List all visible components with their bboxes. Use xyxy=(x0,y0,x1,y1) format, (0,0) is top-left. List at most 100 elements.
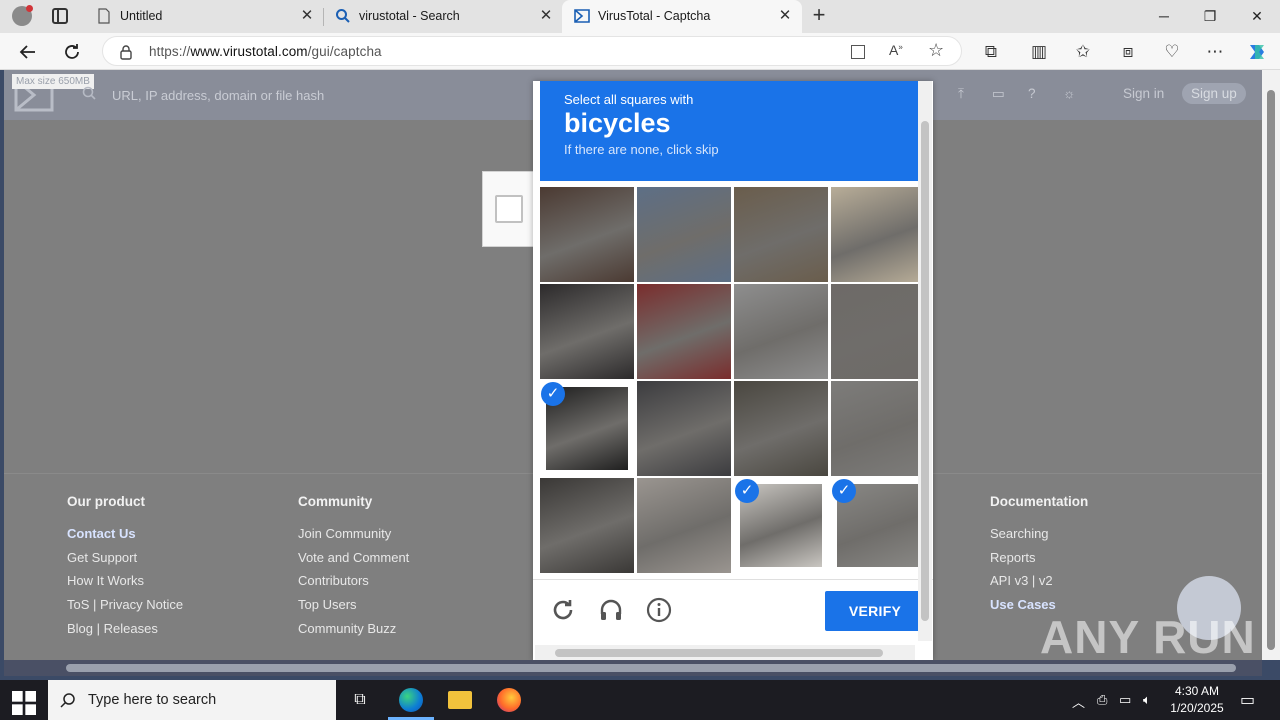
extensions-icon[interactable]: ⧉ xyxy=(979,40,1003,64)
footer-link[interactable]: API v3 | v2 xyxy=(990,569,1088,593)
footer-heading: Community xyxy=(298,494,373,509)
split-screen-icon[interactable]: ▥ xyxy=(1027,40,1051,64)
captcha-tile-image xyxy=(831,187,925,282)
page-vertical-scrollbar[interactable] xyxy=(1262,70,1280,660)
captcha-tile[interactable]: ✓ xyxy=(734,478,828,573)
app-available-icon[interactable] xyxy=(851,45,865,59)
help-icon[interactable]: ? xyxy=(1028,86,1036,101)
captcha-tile[interactable] xyxy=(831,187,925,282)
captcha-tile-image xyxy=(637,478,731,573)
captcha-challenge: Select all squares with bicycles If ther… xyxy=(533,81,933,661)
footer-link[interactable]: Get Support xyxy=(67,546,183,570)
captcha-tile[interactable] xyxy=(637,187,731,282)
close-tab-icon[interactable]: ✕ xyxy=(298,7,316,25)
lock-icon[interactable] xyxy=(119,44,133,60)
footer-col-community: Community Join Community Vote and Commen… xyxy=(298,494,409,640)
favorites-icon[interactable]: ✩ xyxy=(1071,40,1095,64)
close-window-button[interactable]: ✕ xyxy=(1234,0,1280,33)
footer-link[interactable]: How It Works xyxy=(67,569,183,593)
tab-virustotal-captcha[interactable]: VirusTotal - Captcha ✕ xyxy=(562,0,802,33)
taskbar: Type here to search ⧉ ︿ ⎙ ▭ 🔈︎ 4:30 AM 1… xyxy=(0,680,1280,720)
network-icon[interactable]: ▭ xyxy=(1119,692,1131,708)
sign-in-link[interactable]: Sign in xyxy=(1123,86,1164,101)
captcha-tile[interactable] xyxy=(540,478,634,573)
footer-link[interactable]: Searching xyxy=(990,522,1088,546)
browser-essentials-icon[interactable]: ♡ xyxy=(1160,40,1184,64)
notifications-icon[interactable]: ▭ xyxy=(992,86,1005,102)
footer-link[interactable]: Reports xyxy=(990,546,1088,570)
info-icon[interactable] xyxy=(646,597,672,623)
captcha-tile[interactable] xyxy=(734,187,828,282)
captcha-tile[interactable] xyxy=(734,284,828,379)
close-tab-icon[interactable]: ✕ xyxy=(537,7,555,25)
captcha-tile[interactable] xyxy=(540,284,634,379)
footer-link[interactable]: Blog | Releases xyxy=(67,617,183,641)
captcha-tile[interactable] xyxy=(540,187,634,282)
upload-icon[interactable]: ⤒ xyxy=(958,86,964,102)
sign-up-button[interactable]: Sign up xyxy=(1182,83,1246,104)
captcha-tile-image xyxy=(540,187,634,282)
footer-col-documentation: Documentation Searching Reports API v3 |… xyxy=(990,494,1088,617)
captcha-tile[interactable]: ✓ xyxy=(540,381,634,476)
taskbar-search[interactable]: Type here to search xyxy=(48,680,336,720)
captcha-tile-image xyxy=(540,478,634,573)
captcha-tile[interactable] xyxy=(637,381,731,476)
captcha-horizontal-scrollbar[interactable] xyxy=(535,645,915,661)
windows-start-icon[interactable] xyxy=(12,691,36,715)
tray-overflow-icon[interactable]: ︿ xyxy=(1072,692,1085,711)
copilot-icon[interactable] xyxy=(1245,40,1269,64)
reload-icon[interactable] xyxy=(550,597,576,623)
new-tab-button[interactable]: + xyxy=(808,4,830,26)
more-menu-icon[interactable]: ⋯ xyxy=(1203,40,1227,64)
tab-untitled[interactable]: Untitled ✕ xyxy=(84,0,322,33)
footer-col-our-product: Our product Contact Us Get Support How I… xyxy=(67,494,183,640)
minimize-button[interactable]: ─ xyxy=(1141,0,1187,33)
captcha-vertical-scrollbar[interactable] xyxy=(918,81,932,641)
footer-link[interactable]: Top Users xyxy=(298,593,409,617)
tab-actions-icon[interactable] xyxy=(52,8,68,24)
theme-icon[interactable]: ☼ xyxy=(1063,86,1075,101)
collections-icon[interactable]: ⧈ xyxy=(1116,40,1140,64)
captcha-instruction: Select all squares with xyxy=(564,92,694,107)
url-text[interactable]: https://www.virustotal.com/gui/captcha xyxy=(149,44,382,59)
file-explorer-icon[interactable] xyxy=(448,691,472,709)
captcha-checkbox[interactable] xyxy=(495,195,523,223)
usb-icon[interactable]: ⎙ xyxy=(1097,692,1107,708)
footer-link[interactable]: Community Buzz xyxy=(298,617,409,641)
tab-virustotal-search[interactable]: virustotal - Search ✕ xyxy=(323,0,561,33)
footer-link[interactable]: ToS | Privacy Notice xyxy=(67,593,183,617)
favorite-star-icon[interactable]: ☆ xyxy=(928,40,944,61)
captcha-tile-image xyxy=(734,187,828,282)
volume-icon[interactable]: 🔈︎ xyxy=(1143,692,1151,708)
back-icon[interactable] xyxy=(16,40,40,64)
tab-title: virustotal - Search xyxy=(359,9,460,23)
search-input[interactable]: URL, IP address, domain or file hash xyxy=(112,88,324,103)
audio-headphones-icon[interactable] xyxy=(598,597,624,623)
captcha-tile[interactable]: ✓ xyxy=(831,478,925,573)
captcha-tile[interactable] xyxy=(831,381,925,476)
refresh-icon[interactable] xyxy=(60,40,84,64)
firefox-icon[interactable] xyxy=(497,688,521,712)
task-view-icon[interactable]: ⧉ xyxy=(348,688,372,712)
footer-link[interactable]: Vote and Comment xyxy=(298,546,409,570)
virustotal-icon xyxy=(574,9,590,23)
profile-icon[interactable] xyxy=(12,5,33,26)
captcha-tile[interactable] xyxy=(637,284,731,379)
address-bar[interactable]: https://www.virustotal.com/gui/captcha A… xyxy=(102,36,962,66)
close-tab-icon[interactable]: ✕ xyxy=(776,7,794,25)
footer-link[interactable]: Join Community xyxy=(298,522,409,546)
read-aloud-icon[interactable]: A» xyxy=(889,42,903,58)
captcha-tile[interactable] xyxy=(637,478,731,573)
restore-button[interactable]: ❐ xyxy=(1187,0,1233,33)
footer-heading: Documentation xyxy=(990,494,1089,509)
notifications-icon[interactable]: ▭ xyxy=(1240,690,1255,710)
taskbar-clock[interactable]: 4:30 AM 1/20/2025 xyxy=(1166,683,1228,717)
captcha-tile[interactable] xyxy=(831,284,925,379)
footer-link[interactable]: Contact Us xyxy=(67,522,183,546)
verify-button[interactable]: VERIFY xyxy=(825,591,925,631)
captcha-tile-image xyxy=(831,381,925,476)
tile-selected-check-icon: ✓ xyxy=(541,382,565,406)
edge-icon[interactable] xyxy=(399,688,423,712)
captcha-tile[interactable] xyxy=(734,381,828,476)
footer-link[interactable]: Contributors xyxy=(298,569,409,593)
